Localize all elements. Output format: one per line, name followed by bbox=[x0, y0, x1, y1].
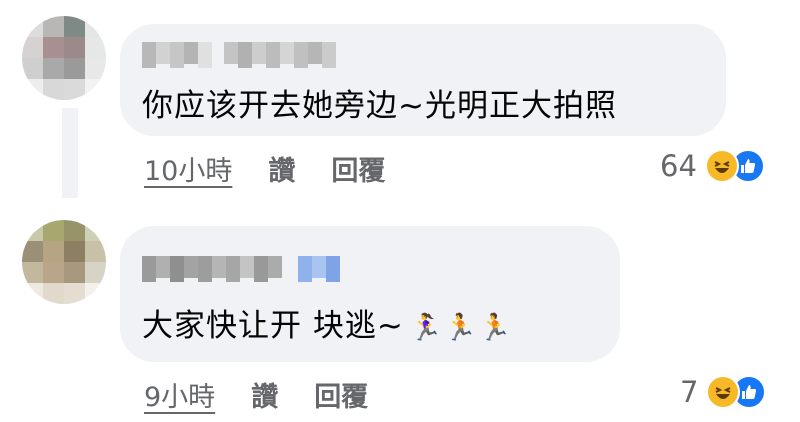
avatar-pixel bbox=[22, 241, 43, 262]
comment-bubble: 大家快让开 块逃~ 🏃‍♀️🏃🏃 bbox=[120, 226, 620, 362]
name-pixel bbox=[266, 42, 280, 68]
comment-actions: 10小時 讚 回覆 bbox=[144, 148, 385, 188]
comment-text-content: 大家快让开 块逃~ bbox=[142, 308, 404, 344]
commenter-name[interactable] bbox=[142, 256, 340, 282]
avatar-pixel bbox=[22, 16, 43, 37]
comment-timestamp[interactable]: 10小時 bbox=[144, 149, 232, 188]
avatar-pixel bbox=[64, 220, 85, 241]
name-pixel bbox=[142, 42, 156, 68]
thread-line bbox=[62, 108, 78, 198]
name-pixel bbox=[322, 42, 336, 68]
name-pixel bbox=[170, 42, 184, 68]
avatar-pixel bbox=[85, 241, 106, 262]
avatar-pixel bbox=[22, 283, 43, 304]
avatar-pixel bbox=[85, 283, 106, 304]
comment-timestamp[interactable]: 9小時 bbox=[144, 375, 215, 414]
avatar-pixel bbox=[85, 262, 106, 283]
avatar-pixel bbox=[22, 37, 43, 58]
avatar-pixel bbox=[43, 37, 64, 58]
avatar-pixel bbox=[43, 220, 64, 241]
name-pixel bbox=[294, 42, 308, 68]
name-pixel bbox=[238, 42, 252, 68]
avatar-pixel bbox=[64, 58, 85, 79]
reaction-summary[interactable]: 64 bbox=[660, 146, 765, 186]
name-pixel bbox=[252, 42, 266, 64]
name-pixel bbox=[184, 42, 198, 64]
name-pixel bbox=[280, 42, 294, 64]
laughing-face-icon bbox=[704, 149, 739, 183]
avatar-pixel bbox=[85, 220, 106, 241]
avatar-pixel bbox=[43, 79, 64, 100]
like-button[interactable]: 讚 bbox=[251, 375, 278, 414]
commenter-name[interactable] bbox=[142, 42, 336, 68]
avatar-pixel bbox=[22, 79, 43, 100]
name-pixel bbox=[184, 256, 198, 278]
avatar-pixel bbox=[64, 262, 85, 283]
name-pixel bbox=[156, 256, 170, 278]
avatar-pixel bbox=[43, 16, 64, 37]
avatar-pixel bbox=[85, 37, 106, 58]
name-pixel bbox=[198, 256, 212, 282]
name-pixel bbox=[156, 42, 170, 64]
reaction-count: 7 bbox=[680, 375, 699, 409]
avatar-pixel bbox=[43, 262, 64, 283]
name-pixel bbox=[308, 42, 322, 64]
reply-button[interactable]: 回覆 bbox=[314, 375, 368, 414]
name-pixel bbox=[240, 256, 254, 278]
avatar-pixel bbox=[64, 241, 85, 262]
avatar-pixel bbox=[43, 283, 64, 304]
avatar-pixel bbox=[43, 241, 64, 262]
name-pixel bbox=[298, 256, 312, 282]
comment-actions: 9小時 讚 回覆 bbox=[144, 374, 368, 414]
laughing-face-icon bbox=[706, 375, 741, 409]
avatar[interactable] bbox=[22, 220, 106, 304]
avatar-pixel bbox=[85, 79, 106, 100]
reaction-summary[interactable]: 7 bbox=[680, 372, 767, 412]
reply-button[interactable]: 回覆 bbox=[331, 149, 385, 188]
comment-bubble: 你应该开去她旁边~光明正大拍照 bbox=[120, 24, 726, 136]
like-button[interactable]: 讚 bbox=[268, 149, 295, 188]
name-pixel bbox=[326, 256, 340, 282]
name-pixel bbox=[268, 256, 282, 278]
name-pixel bbox=[224, 42, 238, 64]
name-pixel bbox=[312, 256, 326, 278]
name-pixel bbox=[142, 256, 156, 282]
comment-text: 大家快让开 块逃~ 🏃‍♀️🏃🏃 bbox=[142, 300, 513, 345]
avatar-pixel bbox=[85, 58, 106, 79]
name-pixel bbox=[198, 42, 212, 68]
avatar-pixel bbox=[64, 37, 85, 58]
avatar-pixel bbox=[43, 58, 64, 79]
running-person-emoji: 🏃‍♀️🏃🏃 bbox=[409, 313, 513, 343]
avatar-pixel bbox=[64, 283, 85, 304]
comment-text: 你应该开去她旁边~光明正大拍照 bbox=[142, 88, 617, 124]
avatar-pixel bbox=[22, 58, 43, 79]
avatar-pixel bbox=[22, 220, 43, 241]
name-pixel bbox=[170, 256, 184, 282]
avatar-pixel bbox=[64, 16, 85, 37]
avatar-pixel bbox=[64, 79, 85, 100]
name-pixel bbox=[254, 256, 268, 282]
avatar-pixel bbox=[22, 262, 43, 283]
name-pixel bbox=[226, 256, 240, 282]
avatar-pixel bbox=[85, 16, 106, 37]
reaction-count: 64 bbox=[660, 149, 697, 183]
name-pixel bbox=[212, 256, 226, 278]
avatar[interactable] bbox=[22, 16, 106, 100]
